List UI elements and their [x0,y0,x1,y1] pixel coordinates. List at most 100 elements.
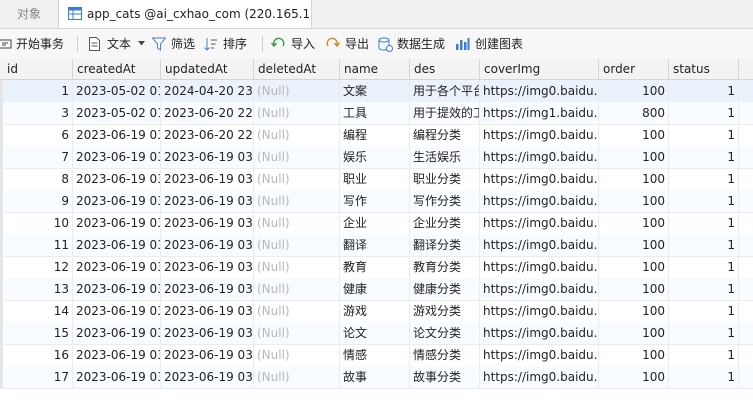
cell-name[interactable]: 论文 [340,322,410,344]
cell-coverimg[interactable]: https://img0.baidu.c [480,80,599,102]
data-generation-button[interactable]: 数据生成 [378,29,448,59]
cell-des[interactable]: 写作分类 [410,190,480,212]
column-header-updatedat[interactable]: updatedAt [161,59,254,79]
cell-createdat[interactable]: 2023-06-19 03 [73,300,161,322]
table-row[interactable]: 6 2023-06-19 03 2023-06-20 22: (Null) 编程 编程分类… [0,124,753,147]
cell-status[interactable]: 1 [669,190,739,212]
cell-createdat[interactable]: 2023-06-19 03 [73,124,161,146]
cell-updatedat[interactable]: 2023-06-20 22: [161,124,254,146]
cell-order[interactable]: 100 [599,366,669,388]
cell-deletedat[interactable]: (Null) [254,256,340,278]
import-button[interactable]: 导入 [271,29,319,59]
cell-des[interactable]: 用于提效的工 [410,102,480,124]
cell-order[interactable]: 100 [599,344,669,366]
cell-id[interactable]: 17 [3,366,73,388]
export-button[interactable]: 导出 [325,29,373,59]
filter-button[interactable]: 筛选 [152,29,202,59]
cell-createdat[interactable]: 2023-06-19 03 [73,278,161,300]
cell-updatedat[interactable]: 2023-06-19 03: [161,168,254,190]
cell-status[interactable]: 1 [669,256,739,278]
cell-status[interactable]: 1 [669,344,739,366]
cell-status[interactable]: 1 [669,366,739,388]
cell-status[interactable]: 1 [669,102,739,124]
cell-status[interactable]: 1 [669,168,739,190]
table-row[interactable]: 15 2023-06-19 03 2023-06-19 03: (Null) 论文 论文分… [0,322,753,345]
table-row[interactable]: 8 2023-06-19 03 2023-06-19 03: (Null) 职业 职业分类… [0,168,753,191]
cell-name[interactable]: 游戏 [340,300,410,322]
cell-updatedat[interactable]: 2023-06-19 03: [161,234,254,256]
cell-coverimg[interactable]: https://img0.baidu.c [480,212,599,234]
cell-id[interactable]: 1 [3,80,73,102]
cell-createdat[interactable]: 2023-06-19 03 [73,146,161,168]
cell-name[interactable]: 教育 [340,256,410,278]
cell-name[interactable]: 企业 [340,212,410,234]
cell-status[interactable]: 1 [669,80,739,102]
cell-updatedat[interactable]: 2023-06-19 03: [161,300,254,322]
cell-name[interactable]: 写作 [340,190,410,212]
cell-des[interactable]: 健康分类 [410,278,480,300]
cell-deletedat[interactable]: (Null) [254,190,340,212]
cell-deletedat[interactable]: (Null) [254,168,340,190]
cell-id[interactable]: 10 [3,212,73,234]
cell-id[interactable]: 13 [3,278,73,300]
cell-createdat[interactable]: 2023-05-02 01 [73,80,161,102]
cell-des[interactable]: 翻译分类 [410,234,480,256]
column-header-name[interactable]: name [340,59,410,79]
cell-id[interactable]: 12 [3,256,73,278]
table-row[interactable]: 11 2023-06-19 03 2023-06-19 03: (Null) 翻译 翻译分… [0,234,753,257]
cell-name[interactable]: 故事 [340,366,410,388]
cell-deletedat[interactable]: (Null) [254,146,340,168]
table-row[interactable]: 12 2023-06-19 03 2023-06-19 03: (Null) 教育 教育分… [0,256,753,279]
cell-updatedat[interactable]: 2023-06-19 03: [161,212,254,234]
cell-coverimg[interactable]: https://img0.baidu.c [480,344,599,366]
cell-des[interactable]: 生活娱乐 [410,146,480,168]
table-row[interactable]: 17 2023-06-19 03 2023-06-19 03: (Null) 故事 故事分… [0,366,753,389]
column-header-deletedat[interactable]: deletedAt [254,59,340,79]
cell-des[interactable]: 情感分类 [410,344,480,366]
cell-coverimg[interactable]: https://img0.baidu.c [480,300,599,322]
cell-deletedat[interactable]: (Null) [254,322,340,344]
column-header-des[interactable]: des [410,59,480,79]
cell-coverimg[interactable]: https://img0.baidu.c [480,322,599,344]
cell-order[interactable]: 100 [599,322,669,344]
cell-status[interactable]: 1 [669,300,739,322]
cell-order[interactable]: 100 [599,256,669,278]
cell-updatedat[interactable]: 2023-06-19 03: [161,278,254,300]
cell-coverimg[interactable]: https://img0.baidu.c [480,256,599,278]
cell-id[interactable]: 14 [3,300,73,322]
cell-deletedat[interactable]: (Null) [254,234,340,256]
cell-name[interactable]: 翻译 [340,234,410,256]
cell-deletedat[interactable]: (Null) [254,300,340,322]
cell-deletedat[interactable]: (Null) [254,278,340,300]
cell-status[interactable]: 1 [669,124,739,146]
cell-des[interactable]: 用于各个平台 [410,80,480,102]
tab-objects[interactable]: 对象 [0,0,58,28]
cell-coverimg[interactable]: https://img0.baidu.c [480,190,599,212]
cell-createdat[interactable]: 2023-06-19 03 [73,322,161,344]
cell-order[interactable]: 800 [599,102,669,124]
cell-deletedat[interactable]: (Null) [254,344,340,366]
cell-name[interactable]: 工具 [340,102,410,124]
cell-order[interactable]: 100 [599,212,669,234]
cell-status[interactable]: 1 [669,234,739,256]
cell-des[interactable]: 教育分类 [410,256,480,278]
cell-id[interactable]: 16 [3,344,73,366]
cell-id[interactable]: 3 [3,102,73,124]
cell-id[interactable]: 6 [3,124,73,146]
cell-des[interactable]: 编程分类 [410,124,480,146]
cell-status[interactable]: 1 [669,146,739,168]
cell-order[interactable]: 100 [599,234,669,256]
cell-id[interactable]: 8 [3,168,73,190]
cell-updatedat[interactable]: 2023-06-19 03: [161,256,254,278]
cell-createdat[interactable]: 2023-05-02 01 [73,102,161,124]
begin-transaction-button[interactable]: 开始事务 [0,29,70,59]
cell-createdat[interactable]: 2023-06-19 03 [73,190,161,212]
cell-name[interactable]: 娱乐 [340,146,410,168]
cell-updatedat[interactable]: 2023-06-19 03: [161,322,254,344]
cell-name[interactable]: 职业 [340,168,410,190]
table-row[interactable]: 14 2023-06-19 03 2023-06-19 03: (Null) 游戏 游戏分… [0,300,753,323]
cell-deletedat[interactable]: (Null) [254,212,340,234]
table-row[interactable]: 3 2023-05-02 01 2023-06-20 22: (Null) 工具 用于提效… [0,102,753,125]
column-header-status[interactable]: status [669,59,739,79]
cell-name[interactable]: 编程 [340,124,410,146]
